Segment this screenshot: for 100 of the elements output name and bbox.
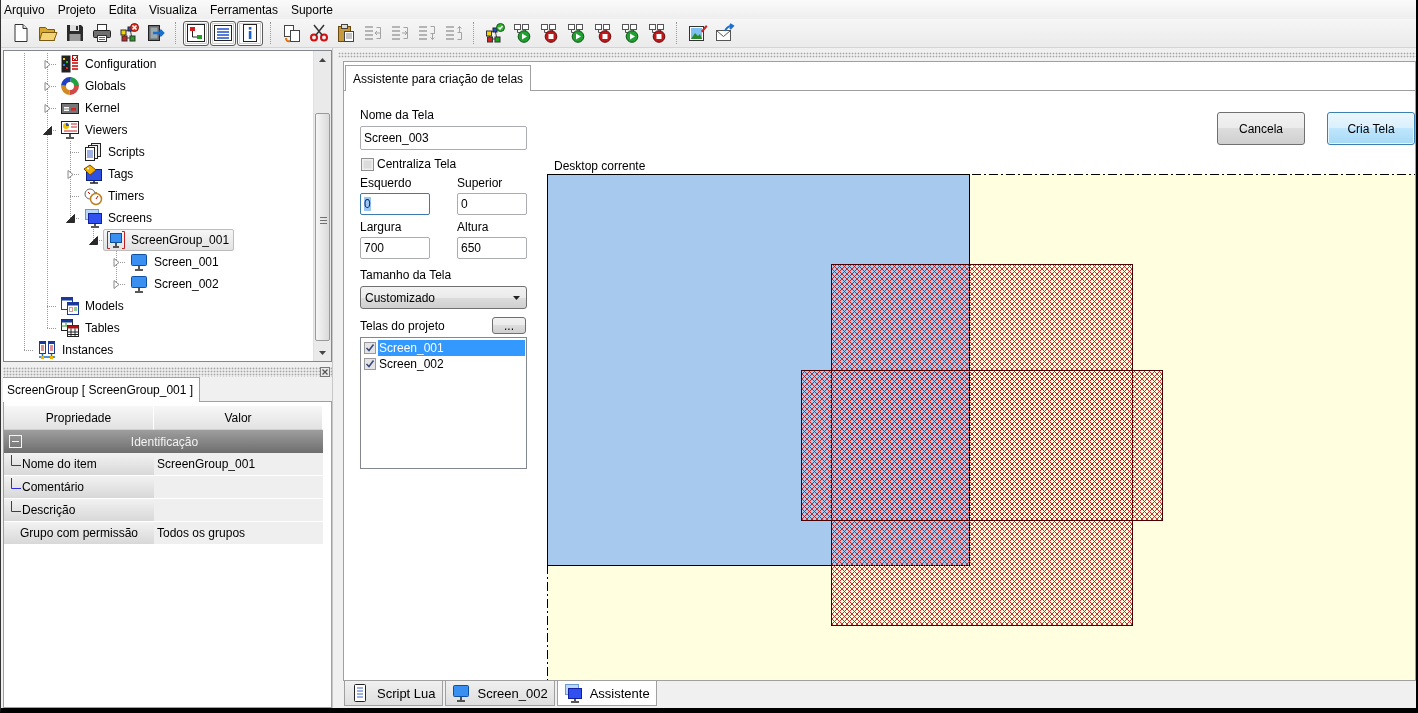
menu-item[interactable]: Arquivo	[1, 0, 51, 19]
toolbar-button[interactable]	[237, 20, 263, 46]
dialog-button[interactable]: Cria Tela	[1327, 112, 1415, 145]
tree-item[interactable]: Screens	[80, 207, 158, 229]
dialog-button[interactable]: Cancela	[1217, 112, 1305, 145]
arrange-icon	[389, 23, 410, 43]
stopwatch-icon	[83, 186, 103, 206]
branch-line-icon	[9, 478, 21, 492]
branch-line-icon	[9, 501, 21, 515]
document-tab[interactable]: Assistente	[556, 681, 657, 706]
nodes-error-icon	[118, 23, 139, 43]
list-item[interactable]: Screen_002	[378, 356, 525, 372]
number-field[interactable]: 700	[360, 237, 430, 259]
expand-arrow-icon[interactable]	[112, 257, 121, 267]
menu-item[interactable]: Ferramentas	[203, 0, 284, 19]
printer-icon	[91, 23, 112, 43]
tree-item[interactable]: Instances	[34, 339, 119, 361]
scrollbar-thumb[interactable]	[315, 113, 330, 341]
text-field[interactable]: Screen_003	[360, 126, 527, 150]
menu-item[interactable]: Projeto	[51, 0, 102, 19]
number-field[interactable]: 0	[457, 193, 527, 215]
tree-item[interactable]: Configuration	[57, 53, 162, 75]
value-cell[interactable]: Todos os grupos	[154, 522, 323, 545]
close-icon[interactable]	[320, 367, 330, 377]
tree-item[interactable]: Tags	[80, 163, 139, 185]
property-cell[interactable]: Nome do item	[4, 453, 154, 476]
document-tab[interactable]: Assistente para criação de telas	[345, 65, 532, 91]
tag-monitor-icon	[83, 164, 103, 184]
monitor-chart-icon	[60, 120, 80, 140]
nodes-check-icon	[484, 23, 505, 43]
checkbox[interactable]	[364, 342, 376, 354]
list-view-icon	[213, 23, 233, 43]
property-cell[interactable]: Descrição	[4, 499, 154, 522]
monitors-icon	[83, 208, 103, 228]
color-ring-icon	[60, 76, 80, 96]
column-header[interactable]: Propriedade	[4, 406, 154, 430]
document-tab[interactable]: Screen_002	[444, 681, 555, 706]
expand-arrow-icon[interactable]	[112, 279, 121, 289]
tree-item[interactable]: Viewers	[57, 119, 133, 141]
browse-button[interactable]: ...	[492, 317, 526, 334]
category-title: Identificação	[129, 434, 200, 449]
tree-item[interactable]: ScreenGroup_001	[103, 229, 235, 251]
expand-arrow-icon[interactable]	[43, 103, 52, 113]
save-icon	[64, 23, 85, 43]
tree-item[interactable]: Tables	[57, 317, 125, 339]
scrollbar[interactable]	[313, 51, 331, 361]
number-field[interactable]: 650	[457, 237, 527, 259]
tree-item[interactable]: Models	[57, 295, 129, 317]
caret-up-icon	[319, 57, 326, 62]
field-label: Telas do projeto	[360, 318, 445, 333]
menu-item[interactable]: Visualiza	[143, 0, 203, 19]
column-header[interactable]: Valor	[154, 406, 323, 430]
exit-door-icon	[145, 23, 166, 43]
property-name: Comentário	[22, 480, 85, 494]
toolbar-button[interactable]	[210, 20, 236, 46]
toolbar-button[interactable]	[183, 20, 209, 46]
tree-item[interactable]: Screen_001	[126, 251, 224, 273]
checkbox[interactable]	[364, 358, 376, 370]
value-cell[interactable]	[154, 499, 323, 522]
panel-grip[interactable]	[338, 52, 1416, 58]
tree-item[interactable]: Kernel	[57, 97, 125, 119]
tree-item[interactable]: Timers	[80, 185, 150, 207]
list-box[interactable]: Screen_001 Screen_002	[360, 337, 527, 469]
control-panel-icon	[60, 54, 80, 74]
collapse-icon[interactable]	[9, 435, 22, 448]
expand-arrow-icon[interactable]	[43, 81, 52, 91]
property-name: Descrição	[22, 503, 76, 517]
dropdown[interactable]: Customizado	[360, 286, 527, 309]
caret-down-icon	[513, 295, 520, 300]
document-stack-icon	[83, 142, 103, 162]
expand-arrow-icon[interactable]	[43, 59, 52, 69]
tree-item[interactable]: Screen_002	[126, 273, 224, 295]
number-field[interactable]: 0	[360, 193, 430, 215]
value-cell[interactable]	[154, 476, 323, 499]
expand-arrow-icon[interactable]	[66, 169, 75, 179]
play-icon	[511, 23, 532, 43]
field-label: Tamanho da Tela	[360, 268, 453, 282]
monitor-icon	[450, 683, 471, 703]
menu-item[interactable]: Suporte	[284, 0, 339, 19]
branch-line-icon	[9, 455, 21, 469]
tree-item[interactable]: Globals	[57, 75, 131, 97]
mail-send-icon	[714, 23, 735, 43]
checkbox[interactable]	[361, 157, 374, 171]
preview-label: Desktop corrente	[553, 159, 647, 173]
info-icon	[240, 23, 260, 43]
collapse-arrow-icon[interactable]	[89, 235, 98, 245]
field-label: Largura	[360, 220, 403, 234]
tree-item[interactable]: Scripts	[80, 141, 150, 163]
document-tab[interactable]: Script Lua	[344, 681, 443, 706]
menu-item[interactable]: Edita	[102, 0, 143, 19]
panel-tab[interactable]: ScreenGroup [ ScreenGroup_001 ]	[3, 377, 201, 402]
paste-icon	[335, 23, 356, 43]
image-edit-icon	[687, 23, 708, 43]
value-cell[interactable]: ScreenGroup_001	[154, 453, 323, 476]
property-cell[interactable]: Grupo com permissão	[4, 522, 154, 545]
panel-grip[interactable]	[3, 367, 332, 377]
collapse-arrow-icon[interactable]	[43, 125, 52, 135]
property-cell[interactable]: Comentário	[4, 476, 154, 499]
field-label: Esquerdo	[360, 176, 413, 190]
collapse-arrow-icon[interactable]	[66, 213, 75, 223]
